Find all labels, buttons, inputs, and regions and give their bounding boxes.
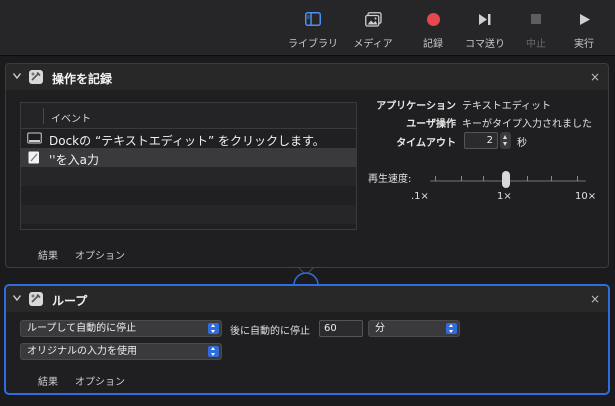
speed-max-label: 10× — [575, 191, 597, 202]
event-column-header[interactable]: イベント — [51, 110, 91, 125]
loop-mode-popup[interactable]: ループして自動的に停止 — [20, 320, 222, 337]
loop-panel-header: ループ × — [6, 286, 608, 312]
run-label: 実行 — [574, 39, 594, 50]
speed-mid-label: 1× — [497, 191, 512, 202]
speed-min-label: .1× — [411, 191, 429, 202]
automator-action-icon — [29, 292, 43, 306]
application-value: テキストエディット — [462, 101, 551, 112]
event-empty-row — [21, 186, 356, 205]
collapse-chevron-icon[interactable] — [13, 73, 21, 79]
tab-options[interactable]: オプション — [75, 247, 125, 262]
loop-panel-close-button[interactable]: × — [590, 292, 600, 306]
tab-options[interactable]: オプション — [75, 373, 125, 388]
loop-mode-value: ループして自動的に停止 — [27, 323, 137, 334]
stop-after-label: 後に自動的に停止 — [230, 326, 310, 337]
event-row[interactable]: ''を入a力 — [21, 148, 356, 167]
text-document-icon — [28, 151, 39, 164]
loop-action-panel: ループ × ループして自動的に停止 後に自動的に停止 60 分 オリジナルの入力… — [5, 285, 609, 394]
popup-arrows-icon — [208, 323, 219, 334]
tab-results[interactable]: 結果 — [38, 373, 58, 388]
event-text: Dockの “テキストエディット” をクリックします。 — [49, 134, 325, 148]
automator-action-icon — [29, 70, 43, 84]
playback-speed-knob[interactable] — [502, 171, 510, 188]
toolbar: ライブラリ メディア 記録 コマ送り 中止 実行 — [0, 0, 615, 56]
time-unit-value: 分 — [375, 323, 385, 334]
event-table-header: イベント — [21, 103, 356, 129]
collapse-chevron-icon[interactable] — [13, 295, 21, 301]
run-button[interactable]: 実行 — [554, 6, 614, 52]
event-empty-row — [21, 167, 356, 186]
application-label: アプリケーション — [376, 101, 456, 112]
user-action-label: ユーザ操作 — [406, 119, 456, 130]
action-connector — [290, 267, 322, 285]
tab-results[interactable]: 結果 — [38, 247, 58, 262]
record-icon — [403, 10, 463, 28]
timeout-stepper[interactable] — [500, 132, 511, 149]
record-action-panel: 操作を記録 × イベント Dockの “テキストエディット” をクリックします。… — [5, 63, 609, 268]
record-panel-header: 操作を記録 × — [6, 64, 608, 90]
time-unit-popup[interactable]: 分 — [368, 320, 460, 337]
loop-panel-tabbar: 結果 オプション — [6, 373, 608, 393]
event-table: イベント Dockの “テキストエディット” をクリックします。 ''を入a力 — [20, 102, 357, 230]
media-photo-icon — [343, 10, 403, 28]
playback-speed-label: 再生速度: — [368, 174, 412, 185]
record-panel-tabbar: 結果 オプション — [6, 247, 608, 267]
event-row[interactable]: Dockの “テキストエディット” をクリックします。 — [21, 129, 356, 148]
input-mode-value: オリジナルの入力を使用 — [27, 346, 137, 357]
input-mode-popup[interactable]: オリジナルの入力を使用 — [20, 343, 222, 360]
timeout-field[interactable]: 2 — [464, 132, 498, 149]
stop-after-field[interactable]: 60 — [319, 320, 363, 337]
user-action-value: キーがタイプ入力されました — [462, 119, 592, 130]
dock-window-icon — [27, 132, 42, 144]
library-sidebar-icon — [283, 10, 343, 28]
popup-arrows-icon — [208, 346, 219, 357]
record-panel-close-button[interactable]: × — [590, 70, 600, 84]
run-play-icon — [554, 10, 614, 28]
timeout-unit: 秒 — [517, 138, 527, 149]
event-empty-row — [21, 205, 356, 224]
popup-arrows-icon — [446, 323, 457, 334]
event-text: ''を入a力 — [49, 153, 99, 167]
timeout-label: タイムアウト — [396, 138, 456, 149]
loop-panel-title: ループ — [52, 294, 88, 308]
record-panel-title: 操作を記録 — [52, 72, 113, 86]
